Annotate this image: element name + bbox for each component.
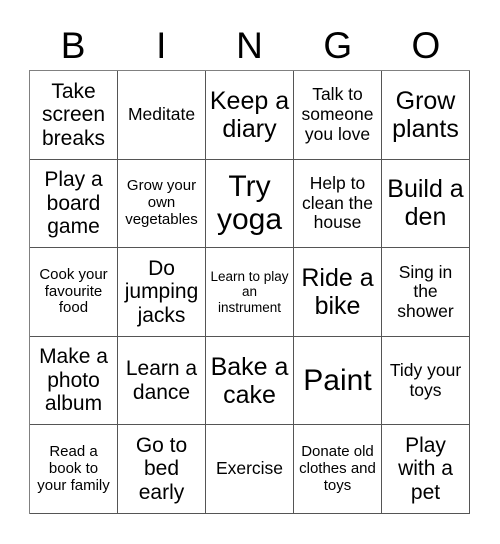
bingo-cell[interactable]: Grow your own vegetables — [118, 159, 206, 249]
bingo-cell[interactable]: Make a photo album — [30, 336, 118, 426]
bingo-cell[interactable]: Go to bed early — [118, 425, 206, 514]
bingo-cell-label: Play with a pet — [398, 433, 453, 504]
bingo-cell[interactable]: Do jumping jacks — [118, 248, 206, 337]
bingo-header-row: B I N G O — [29, 20, 470, 70]
bingo-header-letter-g: G — [323, 24, 353, 66]
bingo-cell[interactable]: Keep a diary — [206, 71, 294, 160]
bingo-cell-label: Bake a cake — [210, 352, 289, 409]
bingo-cell-label: Talk to someone you love — [301, 84, 374, 144]
bingo-cell[interactable]: Play with a pet — [382, 425, 470, 514]
bingo-cell-label: Keep a diary — [209, 86, 290, 143]
bingo-cell[interactable]: Donate old clothes and toys — [294, 425, 382, 514]
bingo-cell-label: Build a den — [387, 175, 464, 232]
bingo-cell-label: Help to clean the house — [301, 173, 374, 233]
bingo-cell[interactable]: Sing in the shower — [382, 248, 470, 337]
bingo-header-letter-b: B — [60, 24, 86, 66]
bingo-cell-label: Make a photo album — [39, 345, 108, 416]
bingo-card: B I N G O Take screen breaks Meditate Ke… — [0, 0, 500, 544]
bingo-cell[interactable]: Try yoga — [206, 159, 294, 249]
bingo-cell[interactable]: Exercise — [206, 425, 294, 514]
bingo-cell[interactable]: Bake a cake — [206, 336, 294, 426]
bingo-cell-label: Grow plants — [392, 86, 459, 143]
bingo-cell-label: Learn a dance — [125, 357, 198, 404]
bingo-grid: Take screen breaks Meditate Keep a diary… — [29, 70, 470, 514]
bingo-cell[interactable]: Learn to play an instrument — [206, 248, 294, 337]
bingo-cell-label: Learn to play an instrument — [210, 269, 289, 315]
bingo-cell[interactable]: Help to clean the house — [294, 159, 382, 249]
bingo-cell[interactable]: Cook your favourite food — [30, 248, 118, 337]
bingo-cell[interactable]: Read a book to your family — [30, 425, 118, 514]
bingo-header-letter-o: O — [411, 24, 441, 66]
bingo-cell-label: Take screen breaks — [41, 79, 106, 150]
bingo-cell-label: Grow your own vegetables — [125, 177, 198, 228]
bingo-cell[interactable]: Ride a bike — [294, 248, 382, 337]
bingo-cell[interactable]: Talk to someone you love — [294, 71, 382, 160]
bingo-cell[interactable]: Take screen breaks — [30, 71, 118, 160]
bingo-cell-label: Do jumping jacks — [124, 256, 199, 327]
bingo-cell-label: Donate old clothes and toys — [299, 442, 376, 494]
bingo-cell[interactable]: Meditate — [118, 71, 206, 160]
bingo-cell-label: Sing in the shower — [397, 261, 454, 321]
bingo-cell[interactable]: Paint — [294, 336, 382, 426]
bingo-cell[interactable]: Learn a dance — [118, 336, 206, 426]
bingo-cell[interactable]: Tidy your toys — [382, 336, 470, 426]
bingo-cell-label: Paint — [303, 363, 372, 397]
bingo-cell-label: Go to bed early — [135, 433, 188, 504]
bingo-cell[interactable]: Grow plants — [382, 71, 470, 160]
bingo-cell-label: Read a book to your family — [37, 442, 110, 494]
bingo-header-letter-n: N — [236, 24, 263, 66]
bingo-cell[interactable]: Play a board game — [30, 159, 118, 249]
bingo-cell-label: Try yoga — [216, 169, 283, 237]
bingo-cell[interactable]: Build a den — [382, 159, 470, 249]
bingo-cell-label: Ride a bike — [301, 263, 374, 320]
bingo-cell-label: Meditate — [127, 104, 196, 124]
bingo-cell-label: Tidy your toys — [389, 360, 462, 400]
bingo-cell-label: Play a board game — [44, 168, 103, 239]
bingo-header-letter-i: I — [156, 24, 167, 66]
bingo-cell-label: Exercise — [215, 458, 284, 479]
bingo-cell-label: Cook your favourite food — [39, 265, 108, 317]
